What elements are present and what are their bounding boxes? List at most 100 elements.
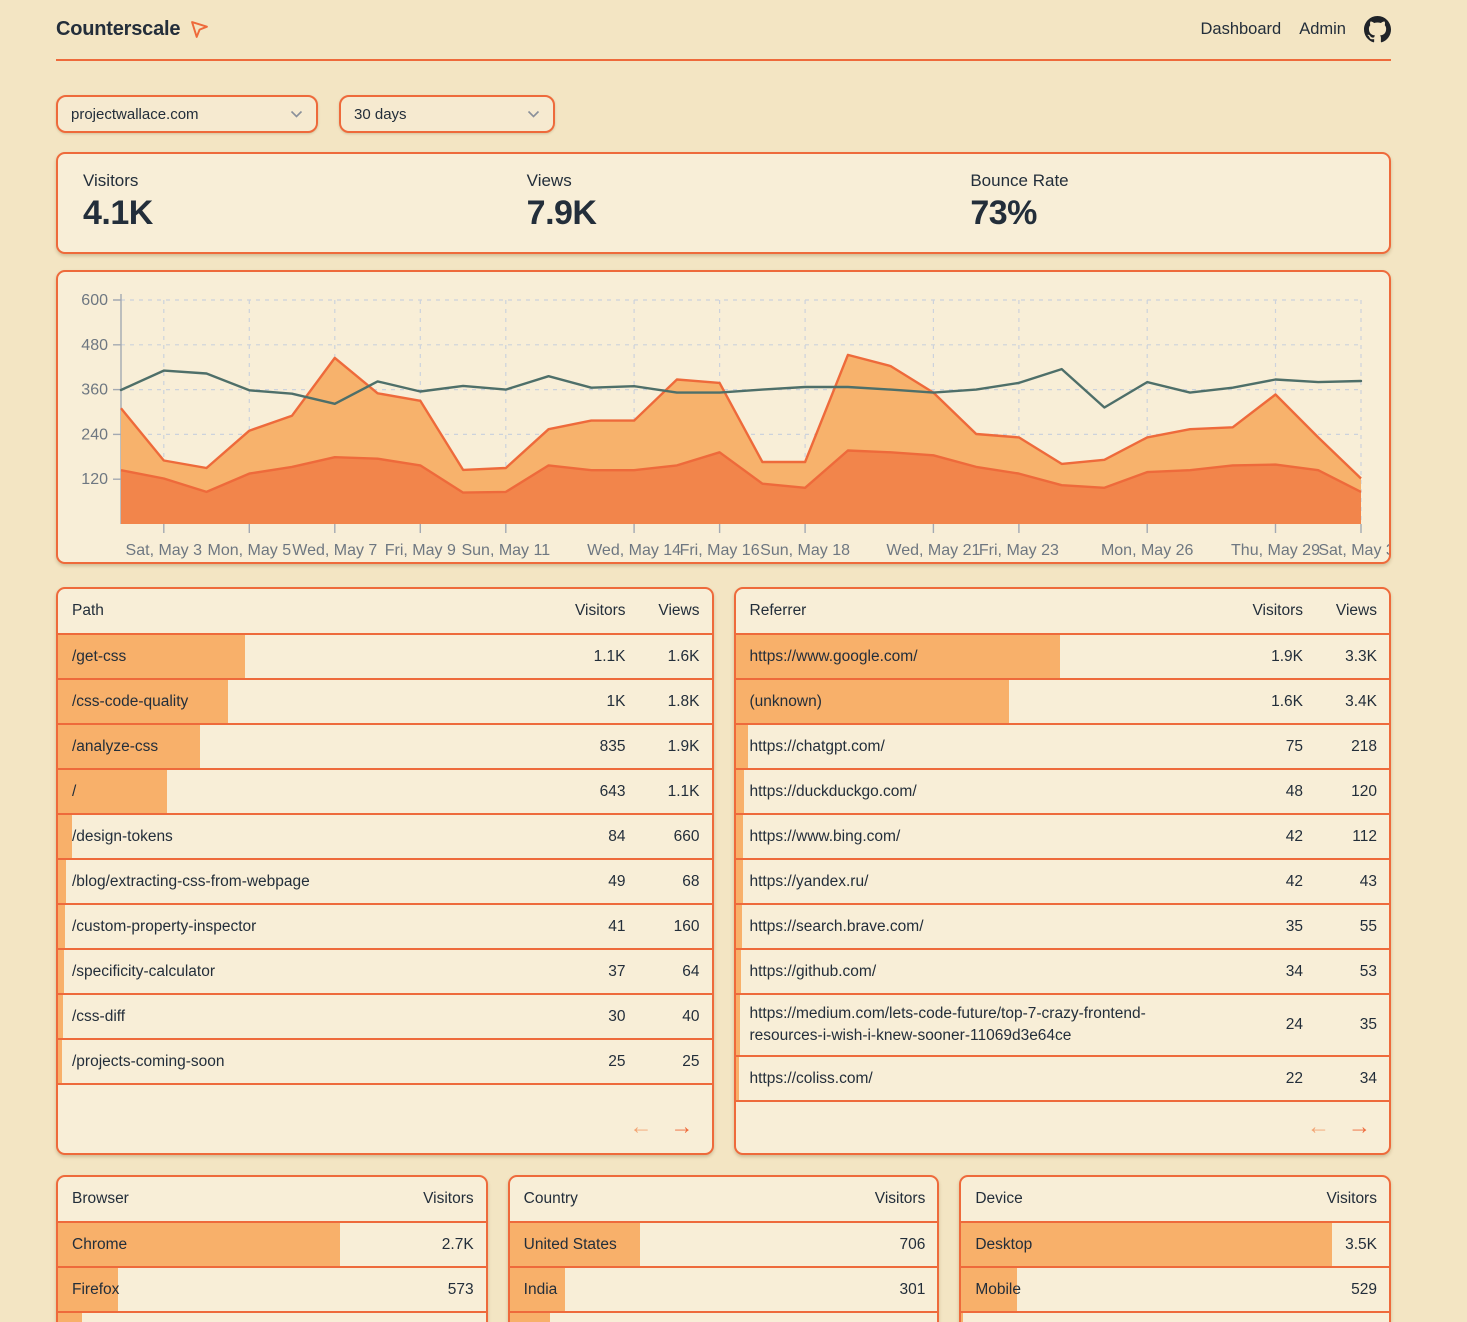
row-visitors: 835: [538, 738, 626, 756]
table-header-row: BrowserVisitors: [58, 1177, 486, 1223]
table-row[interactable]: India301: [510, 1268, 938, 1313]
row-label: /blog/extracting-css-from-webpage: [72, 871, 538, 893]
table-row[interactable]: https://www.google.com/1.9K3.3K: [736, 635, 1390, 680]
row-visitors: 529: [1287, 1281, 1377, 1299]
nav-dashboard-link[interactable]: Dashboard: [1200, 20, 1281, 39]
row-visitors: 2.7K: [384, 1236, 474, 1254]
visitors-bar: [736, 725, 749, 768]
row-label: /analyze-css: [72, 736, 538, 758]
row-visitors: 42: [1215, 828, 1303, 846]
table-row[interactable]: /get-css1.1K1.6K: [58, 635, 712, 680]
visitors-bar: [58, 950, 64, 993]
row-views: 218: [1303, 738, 1377, 756]
table-row[interactable]: (unknown)1.6K3.4K: [736, 680, 1390, 725]
row-visitors: 573: [384, 1281, 474, 1299]
table-header-row: DeviceVisitors: [961, 1177, 1389, 1223]
table-row[interactable]: Edge231: [58, 1313, 486, 1322]
logo[interactable]: Counterscale: [56, 18, 210, 41]
row-label: https://chatgpt.com/: [750, 736, 1216, 758]
row-visitors: 25: [538, 1053, 626, 1071]
svg-text:Sun, May 11: Sun, May 11: [461, 542, 550, 559]
row-visitors: 24: [1215, 1016, 1303, 1034]
table-row[interactable]: Desktop3.5K: [961, 1223, 1389, 1268]
row-visitors: 643: [538, 783, 626, 801]
stat-value: 73%: [970, 194, 1389, 233]
next-page-button[interactable]: →: [1348, 1115, 1371, 1138]
row-label: /custom-property-inspector: [72, 916, 538, 938]
visitors-bar: [736, 995, 740, 1055]
row-label: Chrome: [72, 1234, 384, 1256]
nav-admin-link[interactable]: Admin: [1299, 20, 1346, 39]
table-row[interactable]: /projects-coming-soon2525: [58, 1040, 712, 1085]
prev-page-button[interactable]: ←: [1307, 1115, 1330, 1138]
table-row[interactable]: https://duckduckgo.com/48120: [736, 770, 1390, 815]
page-container: Counterscale Dashboard Admin projectwall…: [56, 0, 1391, 1322]
row-visitors: 75: [1215, 738, 1303, 756]
table-header-row: CountryVisitors: [510, 1177, 938, 1223]
prev-page-button[interactable]: ←: [630, 1115, 653, 1138]
svg-text:Wed, May 14: Wed, May 14: [587, 542, 681, 559]
column-header: Visitors: [1287, 1190, 1377, 1208]
bottom-tables-row: BrowserVisitorsChrome2.7KFirefox573Edge2…: [56, 1175, 1391, 1322]
table-row[interactable]: https://www.bing.com/42112: [736, 815, 1390, 860]
row-label: https://coliss.com/: [750, 1068, 1216, 1090]
svg-text:Sat, May 3: Sat, May 3: [126, 542, 203, 559]
row-visitors: 1.6K: [1215, 693, 1303, 711]
table-row[interactable]: /design-tokens84660: [58, 815, 712, 860]
table-row[interactable]: https://search.brave.com/3555: [736, 905, 1390, 950]
svg-text:Mon, May 26: Mon, May 26: [1101, 542, 1194, 559]
table-row[interactable]: https://yandex.ru/4243: [736, 860, 1390, 905]
row-visitors: 48: [1215, 783, 1303, 801]
table-row[interactable]: https://coliss.com/2234: [736, 1057, 1390, 1102]
table-row[interactable]: Spain220: [510, 1313, 938, 1322]
table-header-row: PathVisitorsViews: [58, 589, 712, 635]
header-nav: Dashboard Admin: [1200, 16, 1391, 43]
visitors-bar: [58, 815, 72, 858]
visitors-bar: [58, 905, 65, 948]
table-row[interactable]: Chrome2.7K: [58, 1223, 486, 1268]
table-row[interactable]: /css-code-quality1K1.8K: [58, 680, 712, 725]
table-row[interactable]: /specificity-calculator3764: [58, 950, 712, 995]
table-row[interactable]: /custom-property-inspector41160: [58, 905, 712, 950]
visitors-bar: [736, 1057, 740, 1100]
table-row[interactable]: https://medium.com/lets-code-future/top-…: [736, 995, 1390, 1057]
table-row[interactable]: Firefox573: [58, 1268, 486, 1313]
row-label: https://yandex.ru/: [750, 871, 1216, 893]
row-label: https://medium.com/lets-code-future/top-…: [750, 1003, 1216, 1047]
row-label: https://www.google.com/: [750, 646, 1216, 668]
stat-label: Bounce Rate: [970, 171, 1389, 191]
row-label: /get-css: [72, 646, 538, 668]
table-row[interactable]: /6431.1K: [58, 770, 712, 815]
cursor-arrow-icon: [189, 19, 210, 40]
row-label: (unknown): [750, 691, 1216, 713]
table-row[interactable]: https://github.com/3453: [736, 950, 1390, 995]
table-row[interactable]: https://chatgpt.com/75218: [736, 725, 1390, 770]
next-page-button[interactable]: →: [671, 1115, 694, 1138]
row-views: 25: [626, 1053, 700, 1071]
site-select[interactable]: projectwallace.com: [56, 95, 318, 133]
table-row[interactable]: United States706: [510, 1223, 938, 1268]
table-row[interactable]: /blog/extracting-css-from-webpage4968: [58, 860, 712, 905]
visitors-bar: [736, 860, 743, 903]
svg-text:Fri, May 16: Fri, May 16: [680, 542, 760, 559]
table-row[interactable]: /css-diff3040: [58, 995, 712, 1040]
row-views: 40: [626, 1008, 700, 1026]
stat-label: Visitors: [83, 171, 502, 191]
referrer-table: ReferrerVisitorsViewshttps://www.google.…: [734, 587, 1392, 1155]
table-header-row: ReferrerVisitorsViews: [736, 589, 1390, 635]
table-row[interactable]: Mobile529: [961, 1268, 1389, 1313]
stat-bounce-rate: Bounce Rate 73%: [945, 171, 1389, 252]
row-visitors: 35: [1215, 918, 1303, 936]
visitors-bar: [736, 770, 744, 813]
row-visitors: 42: [1215, 873, 1303, 891]
row-visitors: 706: [835, 1236, 925, 1254]
date-range-select[interactable]: 30 days: [339, 95, 555, 133]
table-row[interactable]: /analyze-css8351.9K: [58, 725, 712, 770]
row-visitors: 3.5K: [1287, 1236, 1377, 1254]
table-row[interactable]: Tablet14: [961, 1313, 1389, 1322]
github-icon[interactable]: [1364, 16, 1391, 43]
row-views: 53: [1303, 963, 1377, 981]
column-header: Visitors: [538, 602, 626, 620]
row-views: 1.9K: [626, 738, 700, 756]
browser-table: BrowserVisitorsChrome2.7KFirefox573Edge2…: [56, 1175, 488, 1322]
